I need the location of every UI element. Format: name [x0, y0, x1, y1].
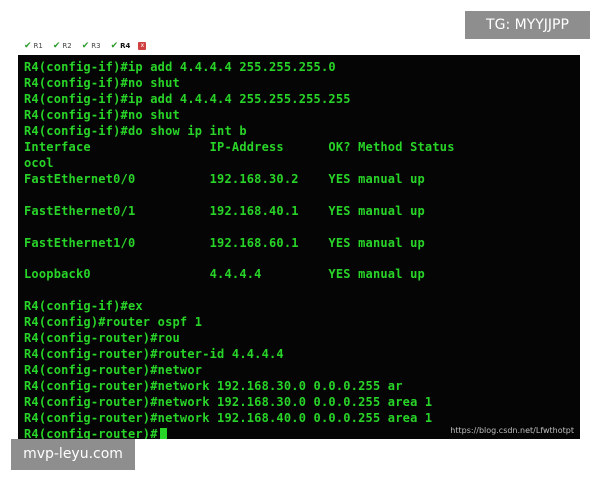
tab-label: R1	[33, 42, 43, 50]
screenshot-stage: ✔ R1 ✔ R2 ✔ R3 ✔ R4 x R4(config-if)#ip a…	[0, 0, 600, 480]
terminal-line: FastEthernet1/0 192.168.60.1 YES manual …	[24, 235, 425, 250]
terminal-line: R4(config-router)#network 192.168.30.0 0…	[24, 395, 433, 410]
tab-label: R3	[91, 42, 101, 50]
terminal-line: R4(config)#router ospf 1	[24, 315, 203, 330]
terminal-line: R4(config-router)#network 192.168.40.0 0…	[24, 411, 433, 426]
tab-r2[interactable]: ✔ R2	[51, 40, 74, 51]
tg-watermark: TG: MYYJJPP	[465, 11, 590, 39]
tab-label: R2	[62, 42, 72, 50]
terminal-output[interactable]: R4(config-if)#ip add 4.4.4.4 255.255.255…	[18, 55, 580, 439]
close-tab-icon[interactable]: x	[138, 42, 147, 50]
source-credit: https://blog.csdn.net/Lfwthotpt	[450, 426, 574, 435]
terminal-line: R4(config-router)#router-id 4.4.4.4	[24, 347, 284, 362]
check-icon: ✔	[52, 40, 61, 51]
terminal-line: ocol	[24, 156, 54, 170]
tab-label: R4	[120, 42, 131, 50]
tab-r1[interactable]: ✔ R1	[22, 40, 45, 51]
session-tab-bar: ✔ R1 ✔ R2 ✔ R3 ✔ R4 x	[18, 38, 580, 54]
terminal-prompt: R4(config-router)#	[24, 427, 158, 439]
terminal-line: R4(config-if)#do show ip int b	[24, 124, 247, 138]
terminal-line: R4(config-router)#rou	[24, 331, 180, 346]
terminal-line: R4(config-if)#ex	[24, 299, 143, 314]
terminal-line: Loopback0 4.4.4.4 YES manual up	[24, 267, 425, 282]
terminal-line: FastEthernet0/1 192.168.40.1 YES manual …	[24, 203, 425, 218]
terminal-line: R4(config-if)#ip add 4.4.4.4 255.255.255…	[24, 92, 351, 106]
terminal-line: Interface IP-Address OK? Method Status	[24, 140, 455, 154]
terminal-line: R4(config-router)#networ	[24, 363, 203, 378]
terminal-line: R4(config-if)#ip add 4.4.4.4 255.255.255…	[24, 60, 336, 74]
terminal-line: R4(config-if)#no shut	[24, 76, 180, 90]
site-watermark: mvp-leyu.com	[11, 439, 135, 470]
check-icon: ✔	[24, 40, 32, 51]
tab-r3[interactable]: ✔ R3	[80, 40, 103, 51]
terminal-line: FastEthernet0/0 192.168.30.2 YES manual …	[24, 172, 425, 186]
check-icon: ✔	[81, 40, 90, 51]
terminal-line: R4(config-router)#network 192.168.30.0 0…	[24, 379, 403, 394]
cursor-icon	[159, 428, 167, 439]
terminal-line: R4(config-if)#no shut	[24, 108, 180, 122]
tab-r4[interactable]: ✔ R4	[109, 40, 133, 51]
check-icon: ✔	[110, 40, 119, 51]
